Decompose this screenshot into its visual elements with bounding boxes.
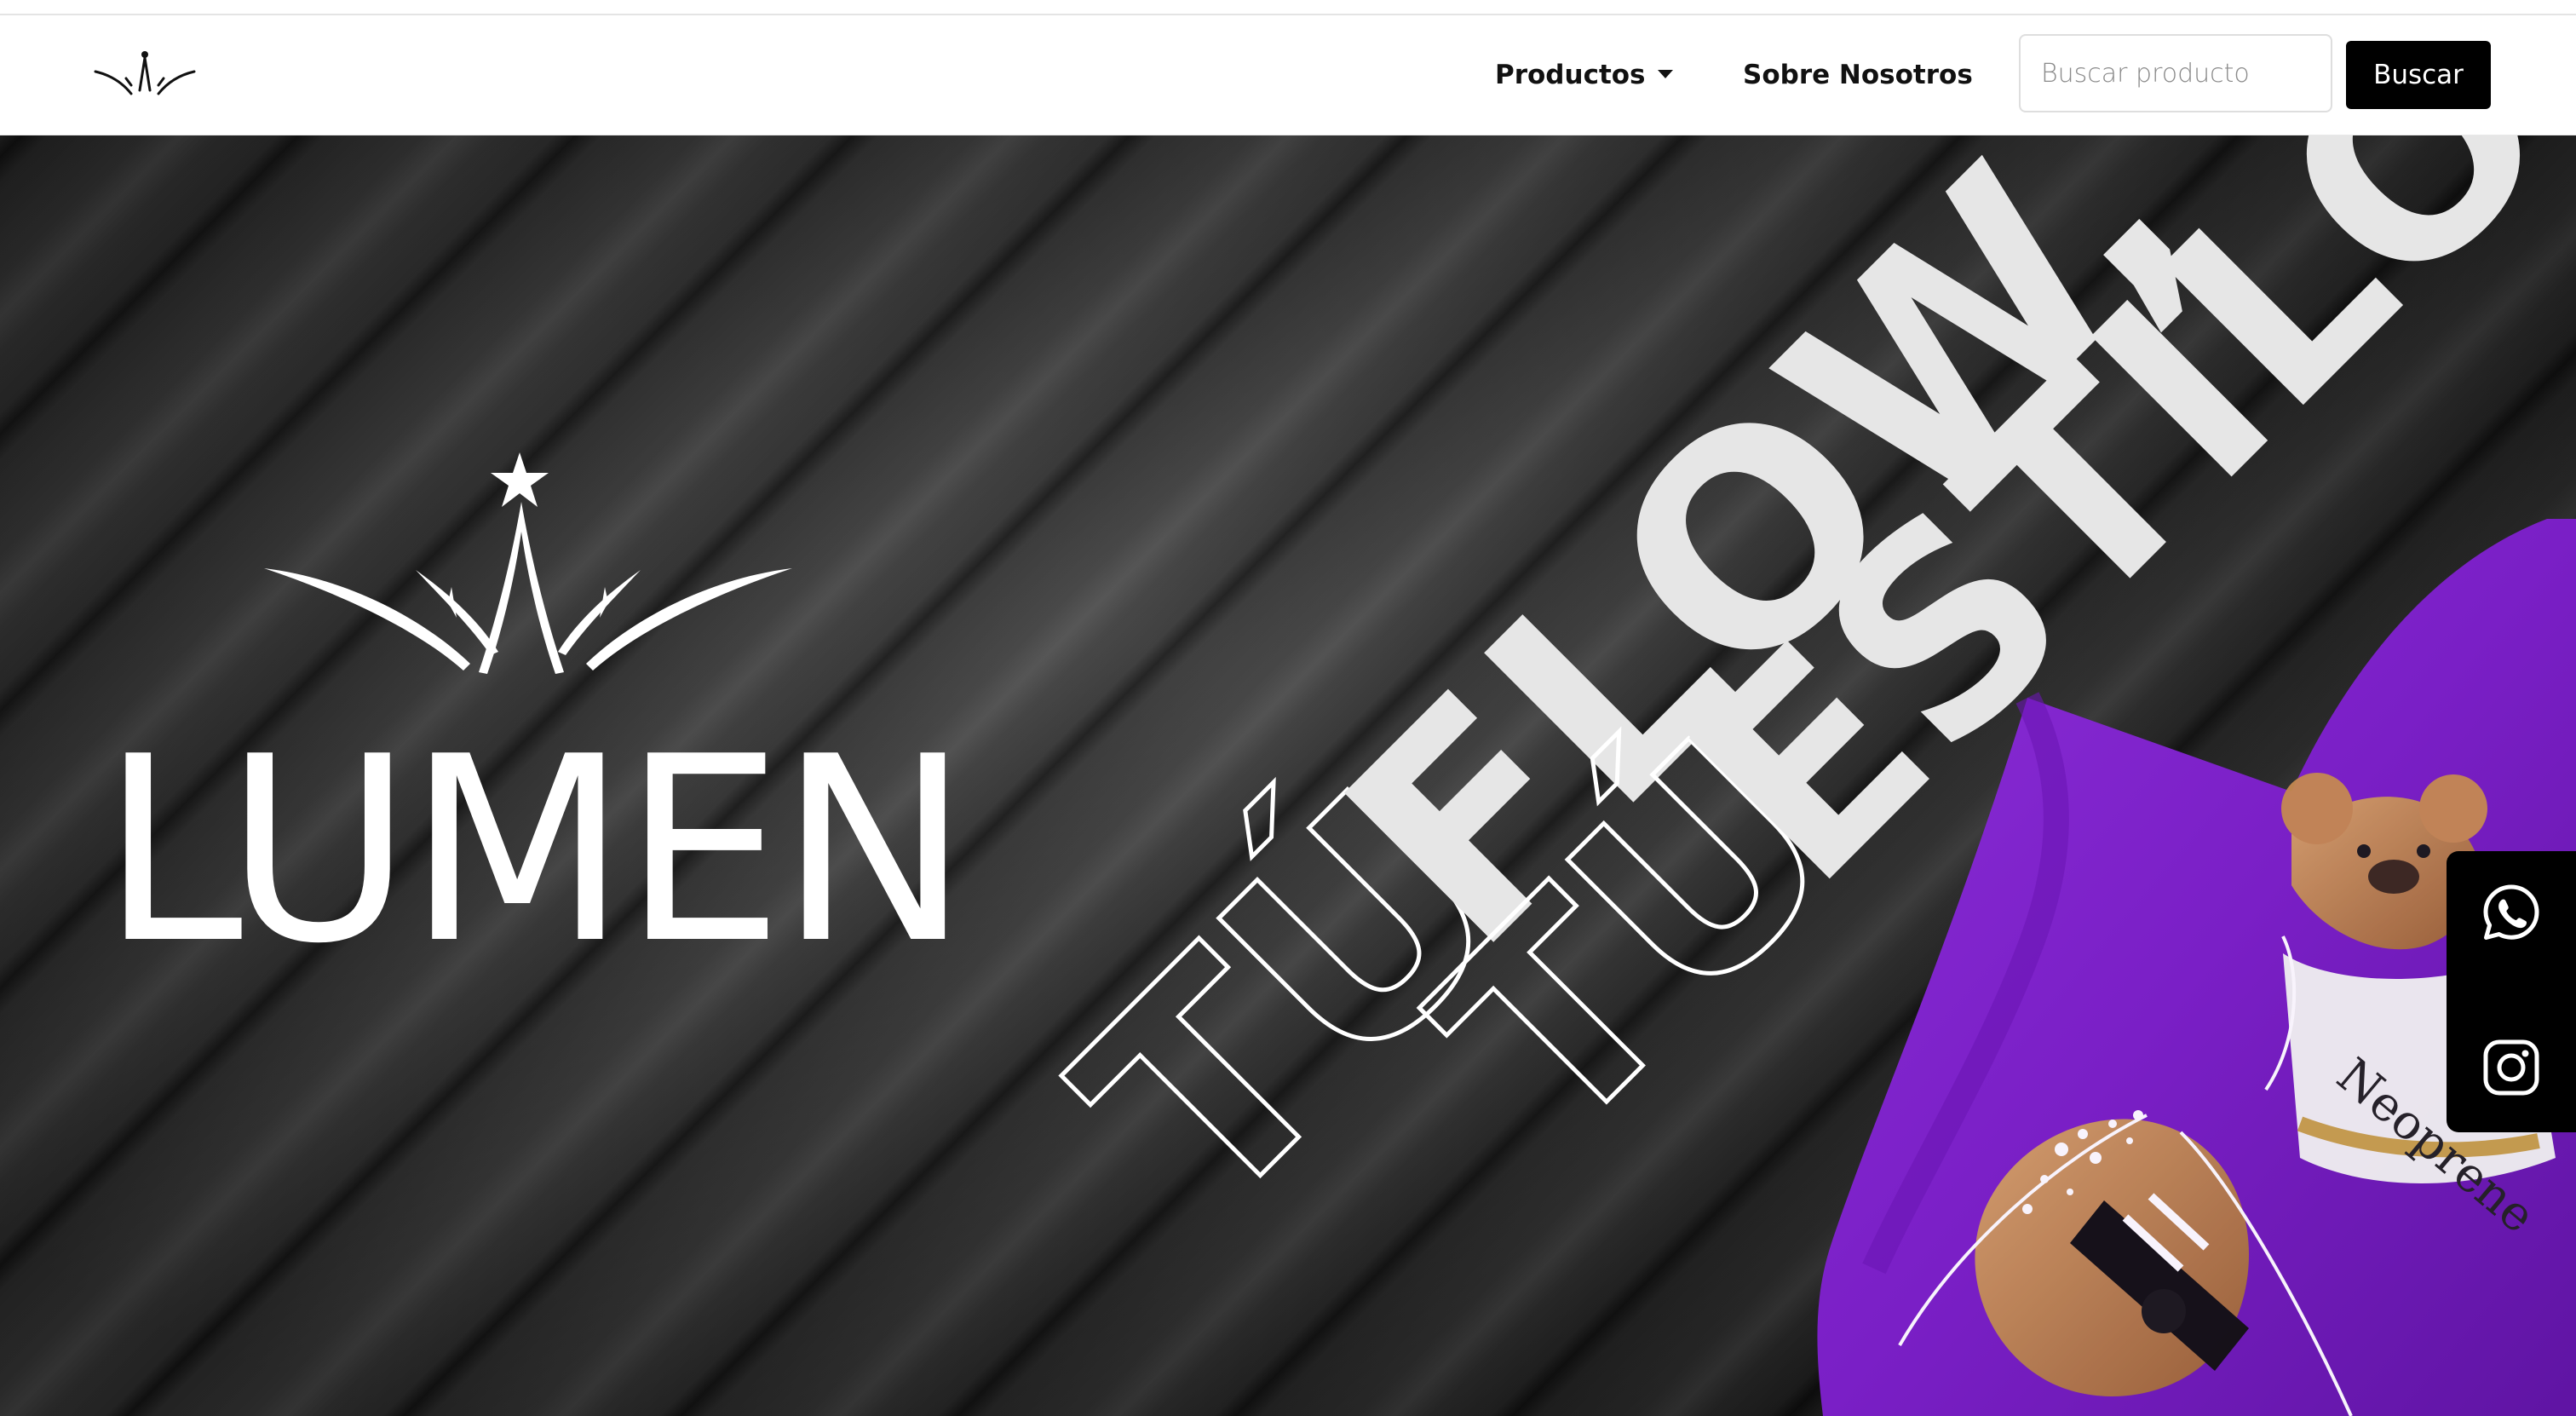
nav-products-dropdown[interactable]: Productos [1495, 58, 1673, 92]
navbar: Productos Sobre Nosotros Buscar [0, 15, 2576, 135]
nav-products-label: Productos [1495, 60, 1646, 90]
nav-about-link[interactable]: Sobre Nosotros [1743, 58, 1973, 92]
top-border [0, 0, 2576, 15]
instagram-icon[interactable] [2481, 1037, 2542, 1098]
product-image-purple-garment: Neoprene [1817, 519, 2576, 1416]
caret-down-icon [1657, 70, 1673, 78]
whatsapp-icon[interactable] [2481, 882, 2542, 943]
search-input[interactable] [2019, 34, 2332, 112]
logo-crown-icon[interactable] [92, 46, 198, 107]
hero-banner: LUMEN TÚ FLOW, TÚ ESTILO! Neoprene [0, 135, 2576, 1416]
social-floating-bar [2447, 851, 2576, 1132]
search-button[interactable]: Buscar [2346, 41, 2491, 109]
